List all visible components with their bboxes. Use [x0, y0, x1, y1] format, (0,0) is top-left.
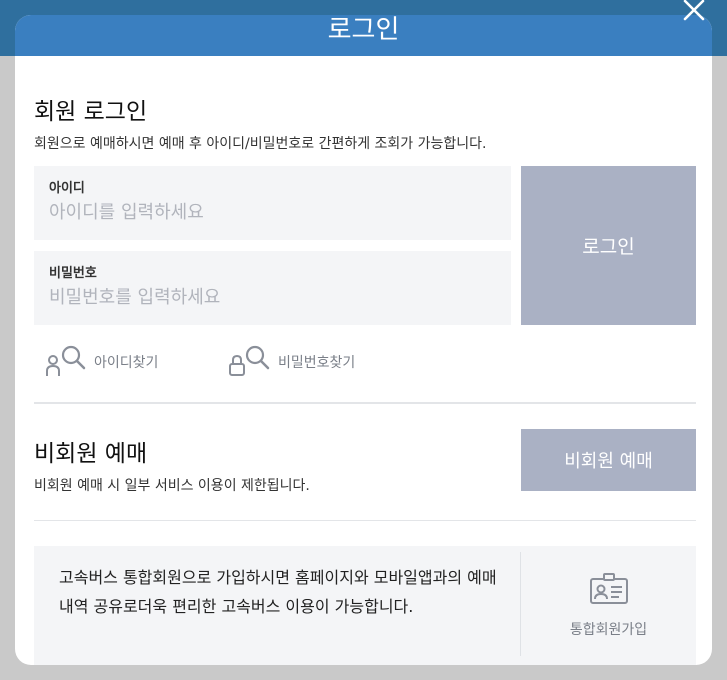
guest-title: 비회원 예매	[34, 441, 148, 467]
lock-search-icon	[228, 343, 270, 381]
find-id-label: 아이디찾기	[94, 355, 159, 371]
id-input[interactable]	[49, 202, 489, 223]
membership-banner: 고속버스 통합회원으로 가입하시면 홈페이지와 모바일앱과의 예매내역 공유로더…	[34, 546, 696, 665]
member-login-description: 회원으로 예매하시면 예매 후 아이디/비밀번호로 간편하게 조회가 가능합니다…	[34, 136, 487, 152]
member-login-heading: 회원 로그인	[34, 92, 147, 126]
password-label: 비밀번호	[49, 266, 97, 281]
member-login-title: 회원 로그인	[34, 99, 148, 125]
modal-header: 로그인	[15, 15, 712, 56]
find-id-link[interactable]: 아이디찾기	[44, 343, 158, 381]
member-login-description-wrap: 회원으로 예매하시면 예매 후 아이디/비밀번호로 간편하게 조회가 가능합니다…	[34, 133, 486, 153]
close-icon	[683, 0, 705, 25]
id-label: 아이디	[49, 181, 85, 196]
guest-description-wrap: 비회원 예매 시 일부 서비스 이용이 제한됩니다.	[34, 475, 310, 495]
find-password-label: 비밀번호찾기	[278, 355, 356, 371]
join-membership-link[interactable]: 통합회원가입	[521, 546, 696, 665]
close-button[interactable]	[678, 0, 710, 24]
login-modal: 로그인 회원 로그인 회원으로 예매하시면 예매 후 아이디/비밀번호로 간편하…	[15, 15, 712, 665]
guest-booking-button[interactable]: 비회원 예매	[521, 429, 696, 491]
id-card-icon	[589, 572, 629, 609]
banner-text: 고속버스 통합회원으로 가입하시면 홈페이지와 모바일앱과의 예매내역 공유로더…	[59, 568, 497, 616]
find-password-link[interactable]: 비밀번호찾기	[228, 343, 355, 381]
section-divider	[34, 402, 696, 404]
guest-description: 비회원 예매 시 일부 서비스 이용이 제한됩니다.	[34, 478, 310, 494]
modal-title: 로그인	[327, 15, 400, 45]
guest-heading-wrap: 비회원 예매	[34, 434, 147, 468]
login-button[interactable]: 로그인	[521, 166, 696, 325]
user-search-icon	[44, 343, 86, 381]
section-divider	[34, 520, 696, 521]
join-membership-label: 통합회원가입	[569, 621, 648, 638]
password-input[interactable]	[49, 287, 489, 308]
id-field[interactable]: 아이디	[34, 166, 511, 240]
password-field[interactable]: 비밀번호	[34, 251, 511, 325]
